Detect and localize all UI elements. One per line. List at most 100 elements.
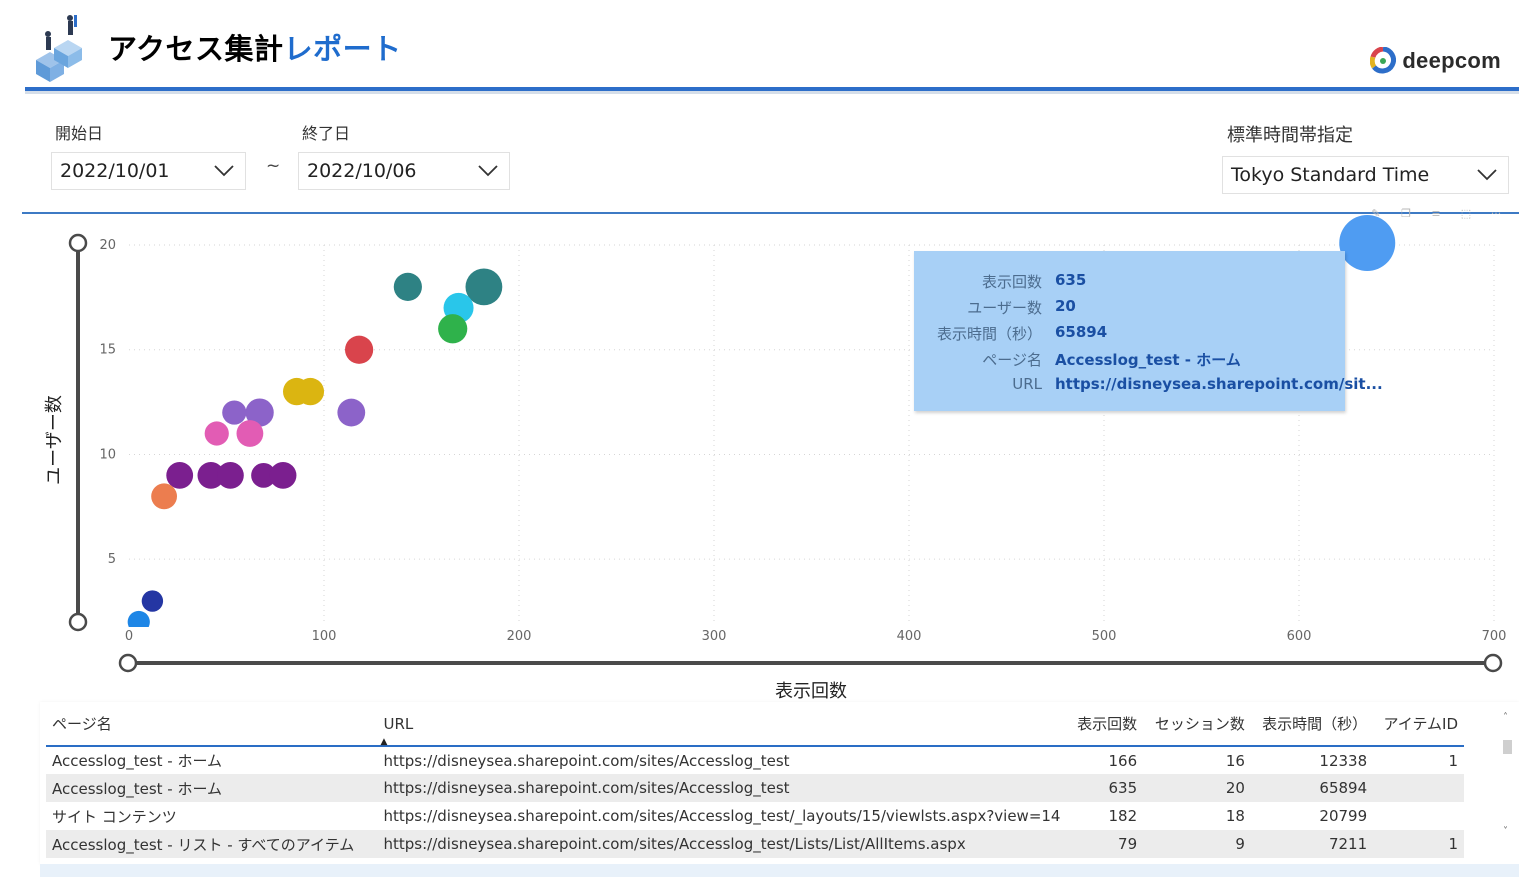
cell-item-id (1373, 774, 1464, 802)
column-header-views[interactable]: 表示回数 (1066, 702, 1143, 746)
brand-logo: deepcom (1370, 44, 1501, 78)
tooltip-row: URL https://disneysea.sharepoint.com/sit… (914, 375, 1382, 401)
report-logo-illustration (30, 12, 90, 84)
start-date-label: 開始日 (55, 124, 104, 143)
scatter-point[interactable] (141, 590, 164, 612)
report-title: アクセス集計レポート (108, 26, 402, 68)
sort-ascending-icon: ▲ (380, 737, 388, 747)
cell-duration: 20799 (1319, 807, 1368, 825)
brand-name: deepcom (1402, 48, 1501, 73)
scatter-point[interactable] (151, 483, 178, 510)
page-access-table: ページ名 URL ▲ 表示回数 セッション数 表示時間（秒） アイテムID Acc… (46, 702, 1464, 858)
timezone-label: 標準時間帯指定 (1227, 125, 1353, 146)
timezone-value: Tokyo Standard Time (1231, 164, 1430, 186)
report-title-main: アクセス集計 (108, 32, 284, 66)
start-date-dropdown[interactable]: 2022/10/01 (51, 152, 246, 190)
y-axis-title: ユーザー数 (44, 395, 65, 485)
page-table-panel: ページ名 URL ▲ 表示回数 セッション数 表示時間（秒） アイテムID Acc… (40, 702, 1519, 864)
x-tick-label: 400 (897, 629, 922, 644)
tooltip-row: 表示時間（秒） 65894 (914, 323, 1345, 349)
cell-page-name: Accesslog_test - ホーム (52, 779, 223, 798)
cell-views: 182 (1108, 807, 1138, 825)
tooltip-value: Accesslog_test - ホーム (1055, 351, 1241, 369)
column-header-sessions[interactable]: セッション数 (1143, 702, 1251, 746)
scatter-point[interactable] (204, 421, 229, 446)
cell-views: 166 (1108, 751, 1138, 770)
tooltip-value: 65894 (1055, 323, 1108, 341)
cell-page-name: Accesslog_test - ホーム (52, 752, 223, 770)
chevron-down-icon (478, 165, 498, 177)
table-row[interactable]: サイト コンテンツ https://disneysea.sharepoint.c… (46, 802, 1464, 830)
start-date-value: 2022/10/01 (60, 160, 170, 182)
table-bottom-shade (40, 864, 1519, 877)
timezone-dropdown[interactable]: Tokyo Standard Time (1222, 156, 1509, 194)
chart-tooltip: 表示回数 635 ユーザー数 20 表示時間（秒） 65894 ページ名 Acc… (914, 251, 1383, 411)
cell-item-id (1373, 802, 1464, 830)
y-tick-label: 20 (99, 238, 116, 253)
cell-page-name: Accesslog_test - リスト - すべてのアイテム (52, 835, 355, 854)
tooltip-value: https://disneysea.sharepoint.com/sit... (1055, 375, 1383, 393)
x-range-slider-handle-left[interactable] (118, 653, 138, 673)
y-tick-label: 5 (108, 552, 116, 567)
table-scrollbar-thumb[interactable] (1503, 740, 1512, 754)
cell-url: https://disneysea.sharepoint.com/sites/A… (383, 779, 790, 797)
cell-views: 635 (1108, 779, 1138, 797)
scatter-point[interactable] (345, 335, 374, 364)
y-range-slider-handle-bottom[interactable] (68, 612, 88, 632)
y-tick-label: 10 (99, 447, 116, 462)
tooltip-key: 表示時間（秒） (936, 325, 1042, 343)
cell-sessions: 18 (1225, 807, 1245, 825)
cell-duration: 7211 (1328, 835, 1368, 853)
cell-duration: 12338 (1319, 751, 1368, 770)
column-header-item-id[interactable]: アイテムID (1373, 702, 1464, 746)
table-row[interactable]: Accesslog_test - ホーム https://disneysea.s… (46, 774, 1464, 802)
table-header-row: ページ名 URL ▲ 表示回数 セッション数 表示時間（秒） アイテムID (46, 702, 1464, 748)
scatter-point[interactable] (1339, 215, 1396, 271)
scatter-point[interactable] (269, 461, 297, 489)
y-range-slider-handle-top[interactable] (68, 233, 88, 253)
x-tick-label: 100 (312, 629, 337, 644)
tooltip-key: ページ名 (982, 351, 1042, 369)
cell-item-id: 1 (1448, 835, 1458, 853)
x-tick-label: 200 (507, 629, 532, 644)
tooltip-row: ユーザー数 20 (914, 297, 1345, 323)
x-axis-title: 表示回数 (775, 681, 847, 702)
end-date-label: 終了日 (302, 124, 351, 143)
column-header-page-name[interactable]: ページ名 (46, 702, 378, 746)
scatter-point[interactable] (438, 314, 468, 344)
cell-views: 79 (1118, 835, 1138, 853)
cell-url: https://disneysea.sharepoint.com/sites/A… (383, 835, 966, 853)
tooltip-row: ページ名 Accesslog_test - ホーム (914, 349, 1345, 375)
tooltip-key: ユーザー数 (967, 299, 1042, 317)
tooltip-value: 635 (1055, 271, 1087, 289)
x-tick-label: 300 (702, 629, 727, 644)
x-tick-label: 600 (1287, 629, 1312, 644)
column-header-duration[interactable]: 表示時間（秒） (1251, 702, 1373, 746)
scroll-down-button[interactable]: ˅ (1503, 826, 1508, 837)
cell-item-id: 1 (1448, 751, 1458, 770)
scatter-point[interactable] (217, 461, 244, 489)
x-range-slider-handle-right[interactable] (1483, 653, 1503, 673)
date-range-separator: ~ (266, 156, 281, 176)
scatter-point[interactable] (222, 400, 247, 425)
scatter-point[interactable] (393, 272, 422, 301)
header-divider-shadow (25, 91, 1519, 94)
table-row[interactable]: Accesslog_test - ホーム https://disneysea.s… (46, 746, 1464, 774)
scatter-point[interactable] (166, 461, 194, 489)
column-header-url[interactable]: URL ▲ (378, 702, 1067, 748)
cell-page-name: サイト コンテンツ (52, 807, 177, 826)
deepcom-mark-icon (1370, 47, 1397, 74)
x-tick-label: 0 (125, 629, 133, 644)
report-title-accent: レポート (283, 32, 402, 66)
tooltip-value: 20 (1055, 297, 1076, 315)
scatter-point[interactable] (337, 398, 366, 427)
scatter-point[interactable] (296, 377, 325, 406)
cell-url: https://disneysea.sharepoint.com/sites/A… (383, 751, 790, 770)
end-date-value: 2022/10/06 (307, 160, 417, 182)
scatter-point[interactable] (236, 420, 264, 447)
cell-sessions: 16 (1225, 751, 1245, 770)
scroll-up-button[interactable]: ˄ (1503, 712, 1508, 723)
table-row[interactable]: Accesslog_test - リスト - すべてのアイテム https://… (46, 830, 1464, 858)
cell-sessions: 9 (1235, 835, 1245, 853)
end-date-dropdown[interactable]: 2022/10/06 (298, 152, 510, 190)
